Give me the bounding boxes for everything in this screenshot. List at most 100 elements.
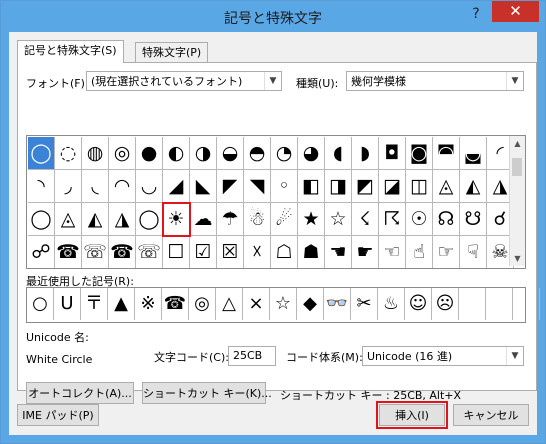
symbol-cell[interactable]: ☓ xyxy=(244,236,271,268)
symbol-cell[interactable]: ◍ xyxy=(82,137,109,170)
scroll-up-icon[interactable]: ▲ xyxy=(510,136,525,151)
symbol-cell[interactable]: ◨ xyxy=(325,170,352,203)
recent-symbol-cell[interactable]: U xyxy=(54,288,81,320)
symbol-cell[interactable]: ◬ xyxy=(55,203,82,236)
symbol-cell[interactable]: ◫ xyxy=(406,170,433,203)
symbol-cell[interactable]: ☗ xyxy=(298,236,325,268)
recent-symbol-cell[interactable]: × xyxy=(243,288,270,320)
symbol-cell[interactable]: ☏ xyxy=(136,236,163,268)
symbol-cell[interactable]: ◭ xyxy=(460,170,487,203)
symbol-cell[interactable]: ◬ xyxy=(433,170,460,203)
tab-symbols[interactable]: 記号と特殊文字(S) xyxy=(17,40,124,63)
symbol-cell[interactable]: ● xyxy=(136,137,163,170)
symbol-cell[interactable]: ◙ xyxy=(406,137,433,170)
recent-symbol-cell[interactable]: 👓 xyxy=(324,288,351,320)
recent-symbol-cell[interactable] xyxy=(513,288,540,320)
symbol-cell[interactable]: ☜ xyxy=(379,236,406,268)
symbol-cell[interactable]: ◗ xyxy=(352,137,379,170)
symbol-cell[interactable]: ◘ xyxy=(379,137,406,170)
recent-symbol-cell[interactable]: ☺ xyxy=(405,288,432,320)
recent-symbols[interactable]: ○ U 〒 ▲ ※ ☎ ◎ △ × ☆ ◆ 👓 ✂ ♨ ☺ ☹ xyxy=(26,287,540,323)
symbol-cell[interactable]: ☏ xyxy=(82,236,109,268)
symbol-cell[interactable]: ◞ xyxy=(55,170,82,203)
recent-symbol-cell[interactable]: ○ xyxy=(27,288,54,320)
symbol-cell[interactable]: ☎ xyxy=(109,236,136,268)
cancel-button[interactable]: キャンセル xyxy=(453,404,529,426)
char-code-input[interactable]: 25CB xyxy=(228,346,276,366)
symbol-cell[interactable]: ☛ xyxy=(352,236,379,268)
symbol-cell[interactable]: ◑ xyxy=(190,137,217,170)
symbol-cell[interactable]: ★ xyxy=(298,203,325,236)
subset-select[interactable]: 幾何学模様 ▼ xyxy=(346,71,524,91)
close-button[interactable]: ✕ xyxy=(492,1,539,22)
symbol-cell[interactable]: ◯ xyxy=(28,203,55,236)
recent-symbol-cell[interactable]: ♨ xyxy=(378,288,405,320)
scroll-down-icon[interactable]: ▼ xyxy=(510,251,525,266)
symbol-cell[interactable]: ◣ xyxy=(190,170,217,203)
symbol-grid[interactable]: ◯ ◌ ◍ ◎ ● ◐ ◑ ◒ ◓ ◔ ◕ ◖ ◗ ◘ ◙ ◚ ◛ ◜ ◝ ◞ ◟ ◠ ◡ ◢ ◣ ◤ ◥ ◦ ◧ ◨ ◩ ◪ ◫ ◬ ◭ ◮ ◯ ◬ ◭ ◮… xyxy=(26,135,526,269)
symbol-cell[interactable]: ☇ xyxy=(352,203,379,236)
symbol-cell[interactable]: ☆ xyxy=(325,203,352,236)
symbol-cell[interactable]: ☚ xyxy=(325,236,352,268)
recent-symbol-cell[interactable]: ☎ xyxy=(162,288,189,320)
symbol-cell[interactable]: ◢ xyxy=(163,170,190,203)
title-bar[interactable]: 記号と特殊文字 ? ✕ xyxy=(1,1,545,32)
insert-button[interactable]: 挿入(I) xyxy=(376,401,448,429)
symbol-cell[interactable]: ◔ xyxy=(271,137,298,170)
symbol-cell[interactable]: ◪ xyxy=(379,170,406,203)
symbol-cell[interactable]: ◎ xyxy=(109,137,136,170)
symbol-cell[interactable]: ☎ xyxy=(55,236,82,268)
recent-symbol-cell[interactable]: ✂ xyxy=(351,288,378,320)
symbol-cell[interactable]: ◭ xyxy=(82,203,109,236)
symbol-cell[interactable]: ☃ xyxy=(244,203,271,236)
autocorrect-button[interactable]: オートコレクト(A)... xyxy=(26,382,134,404)
recent-symbol-cell[interactable]: ◆ xyxy=(297,288,324,320)
symbol-cell[interactable]: ◒ xyxy=(217,137,244,170)
symbol-cell[interactable]: ◐ xyxy=(163,137,190,170)
symbol-cell[interactable]: ☂ xyxy=(217,203,244,236)
scroll-thumb[interactable] xyxy=(512,158,522,176)
shortcut-key-button[interactable]: ショートカット キー(K)... xyxy=(142,382,272,404)
symbol-cell[interactable]: ☍ xyxy=(28,236,55,268)
symbol-cell[interactable]: ◮ xyxy=(109,203,136,236)
recent-symbol-cell[interactable]: ▲ xyxy=(108,288,135,320)
recent-symbol-cell[interactable] xyxy=(459,288,486,320)
symbol-cell[interactable]: ◌ xyxy=(55,137,82,170)
symbol-cell[interactable]: ◩ xyxy=(352,170,379,203)
symbol-cell[interactable]: ☁ xyxy=(190,203,217,236)
symbol-cell[interactable]: ☒ xyxy=(217,236,244,268)
symbol-cell[interactable]: ◕ xyxy=(298,137,325,170)
symbol-cell[interactable]: ☑ xyxy=(190,236,217,268)
symbol-cell[interactable]: ◯ xyxy=(136,203,163,236)
recent-symbol-cell[interactable]: ☆ xyxy=(270,288,297,320)
recent-symbol-cell[interactable]: ☹ xyxy=(432,288,459,320)
symbol-cell[interactable]: ☞ xyxy=(433,236,460,268)
symbol-cell[interactable]: ◧ xyxy=(298,170,325,203)
symbol-cell[interactable]: ◛ xyxy=(460,137,487,170)
symbol-cell[interactable]: ◠ xyxy=(109,170,136,203)
symbol-cell[interactable]: ☝ xyxy=(406,236,433,268)
symbol-cell[interactable]: ☈ xyxy=(379,203,406,236)
symbol-cell[interactable]: ☋ xyxy=(460,203,487,236)
symbol-cell[interactable]: ☖ xyxy=(271,236,298,268)
symbol-cell[interactable]: ◤ xyxy=(217,170,244,203)
symbol-cell[interactable]: ◡ xyxy=(136,170,163,203)
ime-pad-button[interactable]: IME パッド(P) xyxy=(17,404,99,426)
symbol-cell[interactable]: ☐ xyxy=(163,236,190,268)
symbol-cell[interactable]: ◥ xyxy=(244,170,271,203)
symbol-cell[interactable]: ◖ xyxy=(325,137,352,170)
symbol-cell[interactable]: ☊ xyxy=(433,203,460,236)
code-system-select[interactable]: Unicode (16 進) ▼ xyxy=(362,346,524,366)
symbol-cell[interactable]: ◚ xyxy=(433,137,460,170)
help-button[interactable]: ? xyxy=(463,4,489,24)
symbol-cell[interactable]: ◟ xyxy=(82,170,109,203)
symbol-cell[interactable]: ☄ xyxy=(271,203,298,236)
recent-symbol-cell[interactable]: 〒 xyxy=(81,288,108,320)
recent-symbol-cell[interactable] xyxy=(486,288,513,320)
tab-special-characters[interactable]: 特殊文字(P) xyxy=(135,42,209,63)
symbol-cell[interactable]: ◦ xyxy=(271,170,298,203)
symbol-cell[interactable]: ☀ xyxy=(162,202,191,237)
recent-symbol-cell[interactable]: ※ xyxy=(135,288,162,320)
symbol-cell[interactable]: ◯ xyxy=(28,137,55,170)
recent-symbol-cell[interactable]: ◎ xyxy=(189,288,216,320)
